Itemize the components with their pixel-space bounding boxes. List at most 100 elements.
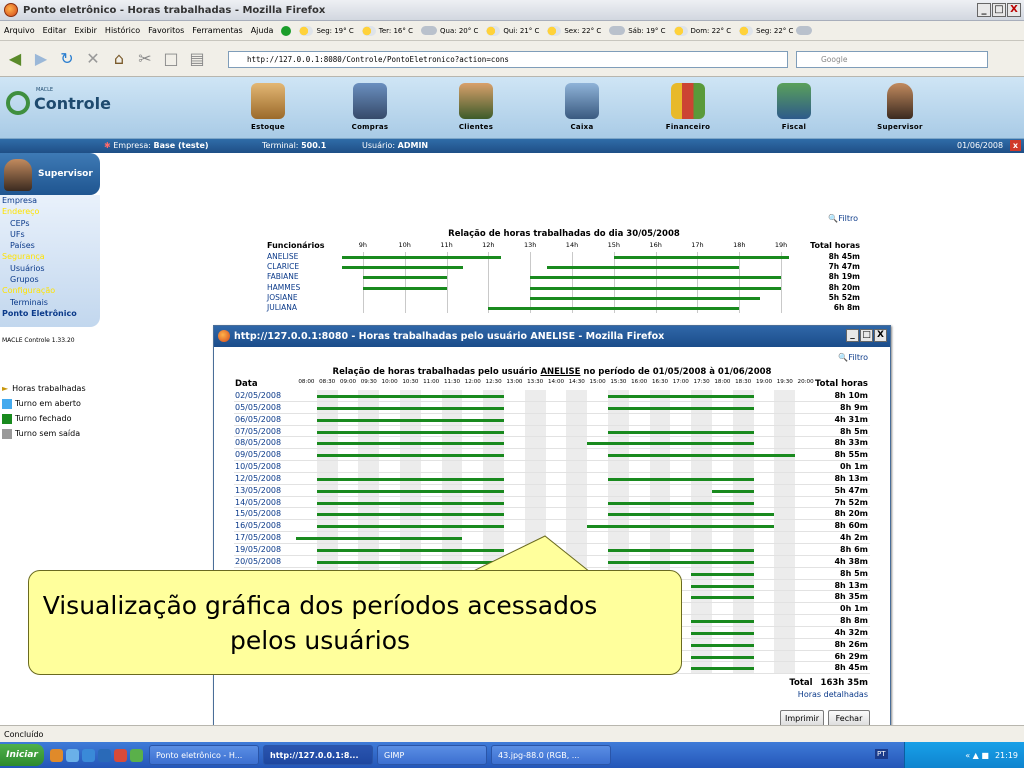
date-label[interactable]: 09/05/2008 xyxy=(235,450,281,459)
date-label[interactable]: 15/05/2008 xyxy=(235,509,281,518)
menu-editar[interactable]: Editar xyxy=(43,26,67,35)
date-row[interactable]: 12/05/2008 8h 13m xyxy=(234,472,870,485)
weather-item[interactable]: Sex: 22° C xyxy=(547,25,601,36)
menu-exibir[interactable]: Exibir xyxy=(74,26,97,35)
date-label[interactable]: 10/05/2008 xyxy=(235,462,281,471)
sidebar-item-terminais[interactable]: Terminais xyxy=(0,297,100,308)
employee-row[interactable]: CLARICE 7h 47m xyxy=(266,262,862,273)
module-supervisor[interactable]: Supervisor xyxy=(860,83,940,131)
date-row[interactable]: 02/05/2008 8h 10m xyxy=(234,390,870,402)
date-label[interactable]: 05/05/2008 xyxy=(235,403,281,412)
date-row[interactable]: 15/05/2008 8h 20m xyxy=(234,508,870,521)
employee-name[interactable]: JULIANA xyxy=(267,303,297,312)
date-label[interactable]: 12/05/2008 xyxy=(235,474,281,483)
employee-row[interactable]: HAMMES 8h 20m xyxy=(266,282,862,293)
date-row[interactable]: 13/05/2008 5h 47m xyxy=(234,484,870,497)
module-fiscal[interactable]: Fiscal xyxy=(754,83,834,131)
date-label[interactable]: 17/05/2008 xyxy=(235,533,281,542)
legend-item[interactable]: ► Horas trabalhadas xyxy=(2,381,86,396)
date-label[interactable]: 20/05/2008 xyxy=(235,557,281,566)
employee-name[interactable]: CLARICE xyxy=(267,262,299,271)
date-label[interactable]: 02/05/2008 xyxy=(235,391,281,400)
ie-quicklaunch-icon[interactable] xyxy=(82,748,95,762)
menu-arquivo[interactable]: Arquivo xyxy=(4,26,35,35)
home-icon[interactable]: ⌂ xyxy=(108,48,130,70)
weather-item[interactable]: Sáb: 19° C xyxy=(609,26,666,35)
popup-close-button[interactable]: X xyxy=(874,329,887,342)
task-ponto-eletronico[interactable]: Ponto eletrônico - H... xyxy=(149,745,259,765)
weather-item[interactable]: Dom: 22° C xyxy=(673,25,731,36)
logout-icon[interactable]: x xyxy=(1010,140,1021,151)
date-row[interactable]: 06/05/2008 4h 31m xyxy=(234,413,870,426)
maximize-button[interactable]: □ xyxy=(992,3,1006,17)
weather-item[interactable]: Seg: 22° C xyxy=(739,25,813,36)
explorer-quicklaunch-icon[interactable] xyxy=(66,748,79,762)
date-row[interactable]: 14/05/2008 7h 52m xyxy=(234,496,870,509)
menu-historico[interactable]: Histórico xyxy=(105,26,140,35)
date-label[interactable]: 07/05/2008 xyxy=(235,427,281,436)
sidebar-item-ponto-eletronico[interactable]: Ponto Eletrônico xyxy=(0,308,100,319)
module-compras[interactable]: Compras xyxy=(330,83,410,131)
date-label[interactable]: 16/05/2008 xyxy=(235,521,281,530)
popup-filter-link[interactable]: 🔍Filtro xyxy=(838,353,868,362)
task-gimp[interactable]: GIMP xyxy=(377,745,487,765)
date-label[interactable]: 14/05/2008 xyxy=(235,498,281,507)
cut-icon[interactable]: ✂ xyxy=(134,48,156,70)
reload-icon[interactable]: ↻ xyxy=(56,48,78,70)
date-row[interactable]: 09/05/2008 8h 55m xyxy=(234,449,870,462)
employee-name[interactable]: JOSIANE xyxy=(267,293,298,302)
app-quicklaunch-icon[interactable] xyxy=(114,748,127,762)
sidebar-item-usuarios[interactable]: Usuários xyxy=(0,263,100,274)
module-caixa[interactable]: Caixa xyxy=(542,83,622,131)
close-button[interactable]: X xyxy=(1007,3,1021,17)
menu-ajuda[interactable]: Ajuda xyxy=(251,26,274,35)
module-financeiro[interactable]: Financeiro xyxy=(648,83,728,131)
stop-icon[interactable]: ✕ xyxy=(82,48,104,70)
task-popup[interactable]: http://127.0.0.1:8... xyxy=(263,745,373,765)
date-row[interactable]: 05/05/2008 8h 9m xyxy=(234,401,870,414)
language-indicator[interactable]: PT xyxy=(875,749,888,759)
menu-ferramentas[interactable]: Ferramentas xyxy=(192,26,242,35)
weather-item[interactable]: Qua: 20° C xyxy=(421,26,478,35)
employee-name[interactable]: FABIANE xyxy=(267,272,299,281)
date-label[interactable]: 13/05/2008 xyxy=(235,486,281,495)
weather-item[interactable]: Qui: 21° C xyxy=(486,25,539,36)
tray-icons[interactable]: « ▲ ■ xyxy=(965,751,989,760)
task-image[interactable]: 43.jpg-88.0 (RGB, ... xyxy=(491,745,611,765)
sidebar-item-grupos[interactable]: Grupos xyxy=(0,274,100,285)
paste-icon[interactable]: ▤ xyxy=(186,48,208,70)
copy-icon[interactable]: □ xyxy=(160,48,182,70)
sidebar-item-paises[interactable]: Países xyxy=(0,240,100,251)
date-row[interactable]: 10/05/2008 0h 1m xyxy=(234,461,870,473)
sidebar-item-empresa[interactable]: Empresa xyxy=(0,195,100,206)
weather-item[interactable]: Seg: 19° C xyxy=(299,25,354,36)
app-quicklaunch-icon[interactable] xyxy=(130,748,143,762)
employee-name[interactable]: ANELISE xyxy=(267,252,298,261)
back-icon[interactable]: ◀ xyxy=(4,48,26,70)
date-label[interactable]: 06/05/2008 xyxy=(235,415,281,424)
popup-minimize-button[interactable]: _ xyxy=(846,329,859,342)
sidebar-item-ufs[interactable]: UFs xyxy=(0,229,100,240)
firefox-quicklaunch-icon[interactable] xyxy=(50,748,63,762)
weather-item[interactable]: Ter: 16° C xyxy=(361,25,413,36)
popup-maximize-button[interactable]: □ xyxy=(860,329,873,342)
forward-icon[interactable]: ▶ xyxy=(30,48,52,70)
menu-favoritos[interactable]: Favoritos xyxy=(148,26,184,35)
media-quicklaunch-icon[interactable] xyxy=(98,748,111,762)
module-estoque[interactable]: Estoque xyxy=(228,83,308,131)
search-input[interactable]: Google xyxy=(796,51,988,68)
sidebar-item-ceps[interactable]: CEPs xyxy=(0,218,100,229)
employee-row[interactable]: JULIANA 6h 8m xyxy=(266,302,862,314)
employee-row[interactable]: JOSIANE 5h 52m xyxy=(266,292,862,303)
date-row[interactable]: 08/05/2008 8h 33m xyxy=(234,437,870,450)
detailed-hours-link[interactable]: Horas detalhadas xyxy=(798,690,868,699)
employee-row[interactable]: ANELISE 8h 45m xyxy=(266,252,862,263)
minimize-button[interactable]: _ xyxy=(977,3,991,17)
employee-row[interactable]: FABIANE 8h 19m xyxy=(266,272,862,283)
employee-name[interactable]: HAMMES xyxy=(267,283,300,292)
module-clientes[interactable]: Clientes xyxy=(436,83,516,131)
date-label[interactable]: 08/05/2008 xyxy=(235,438,281,447)
date-label[interactable]: 19/05/2008 xyxy=(235,545,281,554)
date-row[interactable]: 07/05/2008 8h 5m xyxy=(234,425,870,438)
start-button[interactable]: Iniciar xyxy=(0,744,44,766)
